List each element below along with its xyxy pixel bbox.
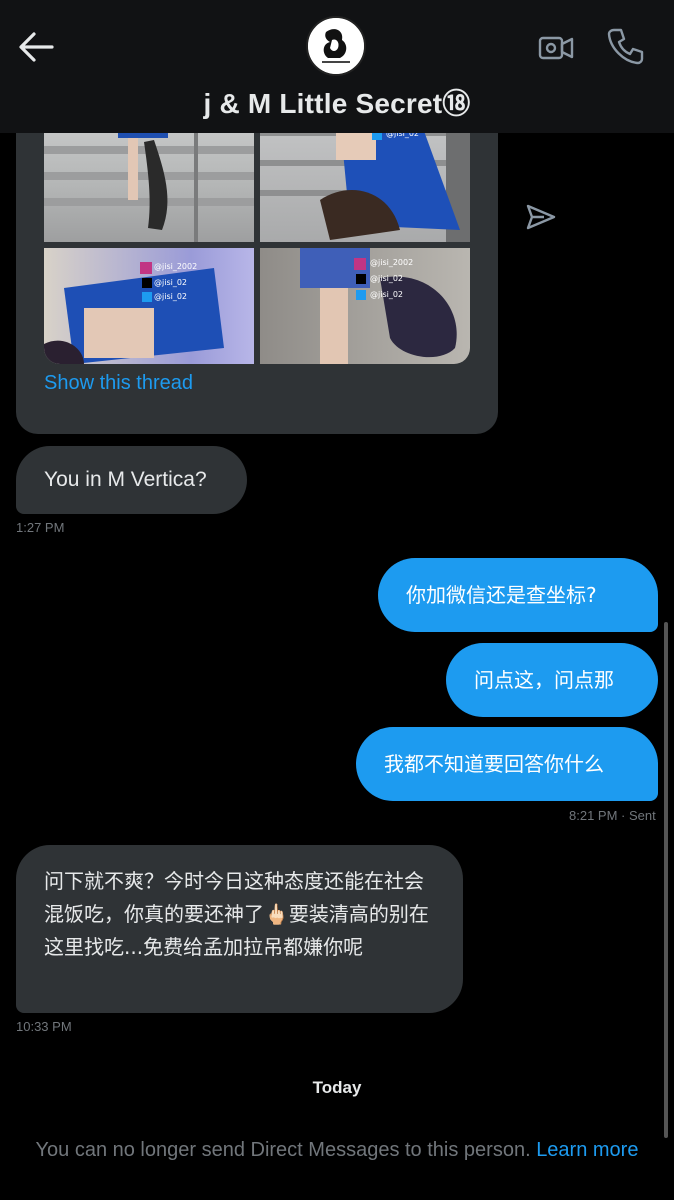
media-image-3[interactable]: @jisi_2002 @jisi_02 @jisi_02 xyxy=(44,248,254,364)
day-divider: Today xyxy=(312,1078,362,1097)
message-timestamp: 10:33 PM xyxy=(16,1019,72,1034)
shared-tweet-card[interactable]: @jisi_02 @jisi_2002 @jisi_02 @jisi_02 @j… xyxy=(16,100,498,434)
message-bubble-outgoing[interactable]: 你加微信还是查坐标? xyxy=(378,558,658,632)
voice-call-button[interactable] xyxy=(604,24,648,68)
message-text: 你加微信还是查坐标? xyxy=(406,583,597,607)
message-bubble-incoming[interactable]: 问下就不爽？今时今日这种态度还能在社会混饭吃，你真的要还神了🖕🏻要装清高的别在这… xyxy=(16,845,463,1013)
dm-conversation-screen: @jisi_02 @jisi_2002 @jisi_02 @jisi_02 @j… xyxy=(0,0,674,1200)
video-call-button[interactable] xyxy=(536,28,576,68)
conversation-header: j & M Little Secret⑱ xyxy=(0,0,674,133)
message-text: 问下就不爽？今时今日这种态度还能在社会混饭吃，你真的要还神了🖕🏻要装清高的别在这… xyxy=(44,869,429,959)
watermark-text: @jisi_02 xyxy=(370,290,404,299)
message-text: 问点这，问点那 xyxy=(474,668,614,692)
watermark-text: @jisi_2002 xyxy=(154,262,198,271)
message-bubble-outgoing[interactable]: 我都不知道要回答你什么 xyxy=(356,727,658,801)
message-bubble-outgoing[interactable]: 问点这，问点那 xyxy=(446,643,658,717)
watermark-text: @jisi_02 xyxy=(370,274,404,283)
back-button[interactable] xyxy=(14,28,58,68)
share-tweet-button[interactable] xyxy=(522,198,560,236)
watermark-text: @jisi_2002 xyxy=(370,258,414,267)
conversation-title[interactable]: j & M Little Secret⑱ xyxy=(0,82,674,122)
scrollbar[interactable] xyxy=(664,622,668,1138)
send-icon xyxy=(522,204,560,240)
arrow-left-icon xyxy=(14,32,58,72)
avatar[interactable] xyxy=(306,16,366,76)
message-text: 我都不知道要回答你什么 xyxy=(384,752,604,776)
media-image-4[interactable]: @jisi_2002 @jisi_02 @jisi_02 xyxy=(260,248,470,364)
learn-more-link[interactable]: Learn more xyxy=(536,1139,638,1161)
show-thread-link[interactable]: Show this thread xyxy=(44,372,193,395)
message-bubble-incoming[interactable]: You in M Vertica? xyxy=(16,446,247,514)
tweet-media-grid[interactable]: @jisi_02 @jisi_2002 @jisi_02 @jisi_02 @j… xyxy=(44,100,470,364)
message-timestamp: 1:27 PM xyxy=(16,520,65,535)
message-timestamp: 8:21 PM · Sent xyxy=(569,808,656,823)
video-camera-icon xyxy=(536,36,576,72)
dm-disabled-notice: You can no longer send Direct Messages t… xyxy=(0,1139,674,1162)
watermark-text: @jisi_02 xyxy=(154,292,188,301)
watermark-text: @jisi_02 xyxy=(154,278,188,287)
notice-text: You can no longer send Direct Messages t… xyxy=(35,1139,531,1161)
phone-icon xyxy=(604,28,648,72)
message-text: You in M Vertica? xyxy=(44,468,207,491)
